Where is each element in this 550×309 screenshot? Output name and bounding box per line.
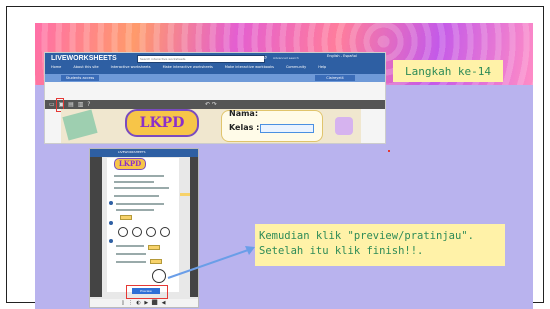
menu-item-interactive-worksheets[interactable]: Interactive worksheets bbox=[105, 64, 157, 71]
step-label-text: Langkah ke-14 bbox=[404, 64, 492, 78]
clock-icon bbox=[118, 227, 128, 237]
step-label: Langkah ke-14 bbox=[393, 60, 503, 82]
preview-text-line bbox=[116, 253, 146, 255]
preview-text-line bbox=[116, 261, 146, 263]
preview-text-line bbox=[114, 175, 164, 177]
preview-text-line bbox=[114, 195, 159, 197]
preview-screenshot: LIVEWORKSHEETS LKPD Preview ▯ ⋮ ◐ ▶ ⬛ ◀ bbox=[90, 149, 198, 307]
instruction-line-1: Kemudian klik "preview/pratinjau". bbox=[259, 230, 474, 242]
slide-frame: Langkah ke-14 LIVEWORKSHEETS Search inte… bbox=[6, 6, 544, 309]
menu-item-about[interactable]: About this site bbox=[67, 64, 104, 71]
preview-text-line bbox=[116, 245, 144, 247]
preview-side-field[interactable] bbox=[180, 193, 190, 196]
preview-bullet bbox=[109, 221, 113, 225]
instruction-line-2: Setelah itu klik finish!!. bbox=[259, 245, 424, 257]
clock-icon bbox=[146, 227, 156, 237]
editor-screenshot: LIVEWORKSHEETS Search interactive worksh… bbox=[45, 53, 385, 143]
preview-text-line bbox=[114, 181, 154, 183]
students-access-button[interactable]: Students access bbox=[61, 75, 99, 81]
clock-icon bbox=[160, 227, 170, 237]
liveworksheets-logo[interactable]: LIVEWORKSHEETS bbox=[51, 55, 117, 62]
nama-label: Nama: bbox=[229, 109, 259, 118]
preview-page bbox=[107, 158, 179, 292]
user-menu-button[interactable]: Claireyel4 bbox=[315, 75, 355, 81]
editor-toolbar: ▭ ▣ ▤ ▥ ? ↶ ↷ bbox=[45, 100, 385, 109]
preview-left-panel bbox=[90, 157, 102, 297]
tutorial-slide: Langkah ke-14 LIVEWORKSHEETS Search inte… bbox=[35, 23, 533, 309]
arrow-head bbox=[245, 246, 255, 255]
worksheet-decoration-right bbox=[335, 117, 353, 135]
liveworksheets-navbar: LIVEWORKSHEETS Search interactive worksh… bbox=[45, 53, 385, 74]
clock-icon bbox=[152, 269, 166, 283]
kelas-label: Kelas : bbox=[229, 123, 260, 132]
menu-item-help[interactable]: Help bbox=[312, 64, 332, 71]
undo-redo-icons[interactable]: ↶ ↷ bbox=[205, 101, 217, 108]
advanced-search-link[interactable]: Advanced search bbox=[273, 56, 299, 60]
search-input[interactable]: Search interactive worksheets bbox=[137, 55, 265, 63]
cursor-dot bbox=[388, 150, 390, 152]
answer-field[interactable] bbox=[150, 259, 162, 264]
worksheet-title: LKPD bbox=[125, 109, 199, 137]
taskbar: ▯ ⋮ ◐ ▶ ⬛ ◀ bbox=[90, 299, 198, 307]
preview-header-text: LIVEWORKSHEETS bbox=[118, 150, 146, 154]
preview-right-panel bbox=[190, 157, 198, 297]
kelas-input[interactable] bbox=[260, 124, 314, 133]
instruction-callout: Kemudian klik "preview/pratinjau". Setel… bbox=[255, 224, 505, 266]
menu-item-community[interactable]: Community bbox=[280, 64, 312, 71]
preview-bullet bbox=[109, 201, 113, 205]
preview-bullet bbox=[109, 239, 113, 243]
answer-field[interactable] bbox=[120, 215, 132, 220]
menu-item-make-workbooks[interactable]: Make interactive workbooks bbox=[219, 64, 280, 71]
preview-worksheet-title: LKPD bbox=[114, 158, 146, 170]
preview-highlight-box bbox=[126, 285, 168, 299]
menu-item-home[interactable]: Home bbox=[45, 64, 67, 71]
preview-text-line bbox=[116, 203, 164, 205]
sub-navbar: Students access Claireyel4 bbox=[45, 74, 385, 82]
clock-icon bbox=[132, 227, 142, 237]
preview-text-line bbox=[114, 187, 169, 189]
preview-text-line bbox=[116, 209, 154, 211]
language-switch[interactable]: English - Español bbox=[327, 54, 357, 58]
preview-header: LIVEWORKSHEETS bbox=[90, 149, 198, 157]
menu-item-make-worksheets[interactable]: Make interactive worksheets bbox=[157, 64, 219, 71]
search-icon[interactable]: ⌕ bbox=[264, 54, 267, 62]
main-menu: Home About this site Interactive workshe… bbox=[45, 64, 385, 71]
answer-field[interactable] bbox=[148, 245, 160, 250]
